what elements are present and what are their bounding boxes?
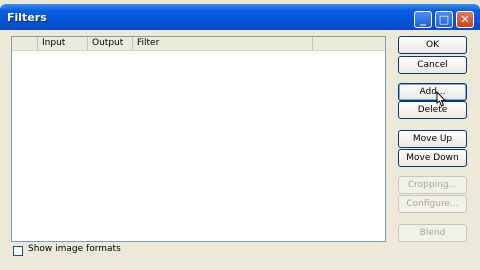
- pointer-cursor-icon: [436, 91, 447, 107]
- blend-button[interactable]: Blend: [398, 224, 467, 242]
- column-header-filter[interactable]: Filter: [133, 37, 313, 50]
- cropping-button[interactable]: Cropping...: [398, 176, 467, 194]
- minimize-button[interactable]: _: [414, 11, 432, 28]
- column-header-output[interactable]: Output: [88, 37, 133, 50]
- list-header: Input Output Filter: [12, 37, 385, 51]
- ok-button[interactable]: OK: [398, 36, 467, 54]
- window-title: Filters: [7, 11, 47, 24]
- close-button[interactable]: ✕: [456, 11, 474, 28]
- show-image-formats-label: Show image formats: [28, 244, 121, 254]
- configure-button[interactable]: Configure...: [398, 195, 467, 213]
- column-header-input[interactable]: Input: [38, 37, 88, 50]
- add-button[interactable]: Add...: [398, 83, 467, 101]
- delete-button[interactable]: Delete: [398, 101, 467, 119]
- filter-list[interactable]: Input Output Filter: [11, 36, 386, 242]
- show-image-formats-checkbox[interactable]: [13, 246, 23, 256]
- cancel-button[interactable]: Cancel: [398, 56, 467, 74]
- maximize-button[interactable]: □: [435, 11, 453, 28]
- title-bar[interactable]: Filters _ □ ✕: [0, 4, 480, 30]
- move-down-button[interactable]: Move Down: [398, 149, 467, 167]
- filters-dialog: Filters _ □ ✕ Input Output Filter OK Can…: [0, 0, 480, 270]
- column-header-blank[interactable]: [12, 37, 38, 50]
- move-up-button[interactable]: Move Up: [398, 130, 467, 148]
